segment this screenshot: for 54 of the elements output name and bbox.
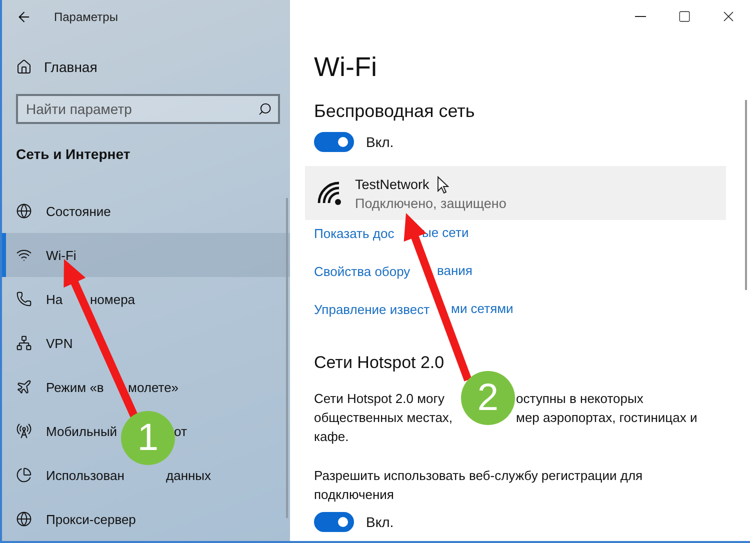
network-name: TestNetwork <box>355 177 430 192</box>
settings-link[interactable]: Показать дос <box>314 226 394 241</box>
settings-link[interactable]: ми сетями <box>451 301 514 319</box>
nav-label[interactable]: номера <box>90 292 136 306</box>
nav-label[interactable]: данных <box>166 468 212 482</box>
description-text: мер аэропортах, гостиницах и <box>516 410 698 425</box>
setting-label: Разрешить использовать веб-службу регистрации для подключения <box>314 467 644 504</box>
nav-label[interactable]: На <box>46 292 63 306</box>
airplane-icon <box>16 379 32 395</box>
home-item[interactable]: Главная <box>2 50 290 84</box>
nav-label[interactable]: молете» <box>128 380 179 394</box>
nav-label[interactable]: от <box>174 424 187 438</box>
pie-chart-icon <box>16 467 32 483</box>
toggle-label: Вкл. <box>366 514 394 530</box>
description-text: общественных местах, <box>314 410 453 424</box>
network-item[interactable]: TestNetwork Подключено, защищено <box>305 166 726 220</box>
nav-label[interactable]: Режим «в <box>46 380 104 394</box>
settings-link[interactable]: вания <box>437 263 472 281</box>
settings-link[interactable]: Управление извест <box>314 302 430 317</box>
nav-label[interactable]: Прокси-сервер <box>46 512 136 526</box>
description-text: оступны в некоторых <box>516 391 644 406</box>
scrollbar[interactable] <box>745 100 747 290</box>
nav-item[interactable]: Wi-Fi <box>2 233 290 277</box>
settings-link[interactable]: Свойства обору <box>314 264 410 279</box>
page-title: Wi-Fi <box>314 52 378 83</box>
globe-icon <box>16 511 32 527</box>
toggle-switch[interactable] <box>314 132 354 152</box>
network-status: Подключено, защищено <box>355 196 506 210</box>
scrollbar[interactable] <box>286 198 288 518</box>
section-heading: Беспроводная сеть <box>314 101 475 122</box>
maximize-icon <box>678 10 690 22</box>
window-title: Параметры <box>54 10 118 24</box>
section-heading: Сети Hotspot 2.0 <box>314 353 444 373</box>
network-icon <box>16 335 32 351</box>
wifi-signal-icon <box>317 181 343 205</box>
toggle-switch[interactable] <box>314 512 354 532</box>
globe-icon <box>16 203 32 219</box>
nav-label[interactable]: VPN <box>46 336 73 350</box>
description-text: Сети Hotspot 2.0 могу <box>314 390 445 406</box>
cursor-icon <box>437 176 450 194</box>
nav-label[interactable]: Wi-Fi <box>46 248 76 262</box>
home-label: Главная <box>44 59 98 75</box>
phone-icon <box>16 291 32 307</box>
toggle-label: Вкл. <box>366 134 394 150</box>
search-field[interactable]: Найти параметр <box>16 94 280 124</box>
description-text: кафе. <box>314 429 349 444</box>
nav-label[interactable]: Использован <box>46 468 124 482</box>
nav-label[interactable]: Мобильный <box>46 424 118 438</box>
radio-tower-icon <box>16 423 32 439</box>
home-icon <box>16 59 32 75</box>
back-icon[interactable] <box>16 9 32 25</box>
nav-label[interactable]: Состояние <box>46 204 111 218</box>
section-heading: Сеть и Интернет <box>16 146 132 164</box>
search-icon <box>258 102 272 116</box>
